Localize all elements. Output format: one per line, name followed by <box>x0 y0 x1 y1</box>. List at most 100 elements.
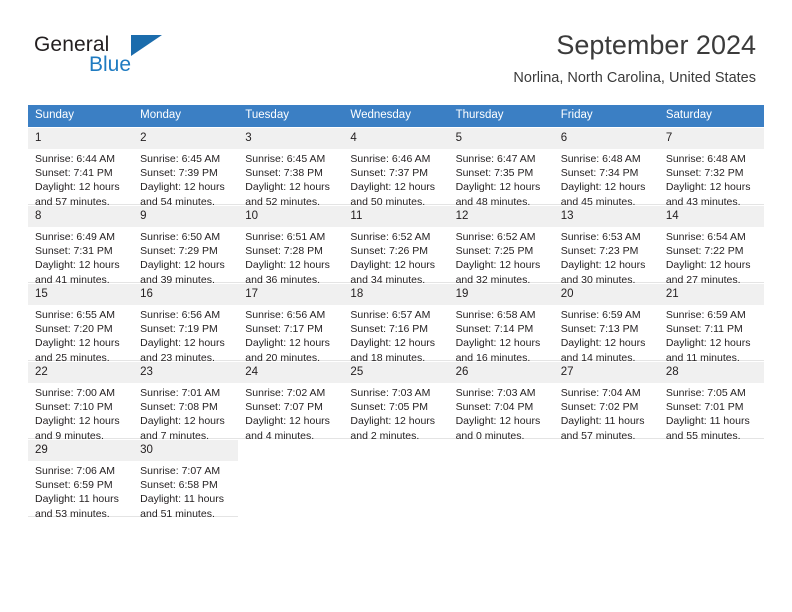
calendar-day[interactable]: 4 Sunrise: 6:46 AM Sunset: 7:37 PM Daylight… <box>343 127 449 208</box>
calendar-day[interactable]: 19 Sunrise: 6:58 AM Sunset: 7:14 PM Dayligh… <box>448 283 554 364</box>
calendar-cell: 17 Sunrise: 6:56 AM Sunset: 7:17 PM Dayligh… <box>238 283 344 364</box>
day-number: 16 <box>133 284 239 305</box>
calendar-day[interactable]: 20 Sunrise: 6:59 AM Sunset: 7:13 PM Dayligh… <box>553 283 659 364</box>
day-number: 29 <box>28 440 134 461</box>
calendar-grid: Sunday Monday Tuesday Wednesday Thursday… <box>28 105 764 520</box>
calendar-cell: 22 Sunrise: 7:00 AM Sunset: 7:10 PM Dayligh… <box>28 361 134 442</box>
calendar-day[interactable]: 28 Sunrise: 7:05 AM Sunset: 7:01 PM Dayligh… <box>658 361 764 442</box>
day-details: Sunrise: 6:51 AM Sunset: 7:28 PM Daylight:… <box>238 227 343 287</box>
sunset-text: Sunset: 7:26 PM <box>350 245 429 258</box>
calendar-cell: 10 Sunrise: 6:51 AM Sunset: 7:28 PM Dayligh… <box>238 205 344 286</box>
calendar-day[interactable]: 2 Sunrise: 6:45 AM Sunset: 7:39 PM Daylight… <box>133 127 239 208</box>
day-details: Sunrise: 6:56 AM Sunset: 7:19 PM Daylight:… <box>133 305 238 365</box>
calendar-cell: 20 Sunrise: 6:59 AM Sunset: 7:13 PM Dayligh… <box>553 283 659 364</box>
calendar-day[interactable]: 15 Sunrise: 6:55 AM Sunset: 7:20 PM Dayligh… <box>28 283 134 364</box>
calendar-day[interactable]: 5 Sunrise: 6:47 AM Sunset: 7:35 PM Daylight… <box>448 127 554 208</box>
weekday-header-wednesday: Wednesday <box>343 105 449 127</box>
sunrise-text: Sunrise: 6:58 AM <box>455 309 536 321</box>
sunrise-text: Sunrise: 6:52 AM <box>455 231 536 243</box>
calendar-day[interactable]: 27 Sunrise: 7:04 AM Sunset: 7:02 PM Dayligh… <box>553 361 659 442</box>
calendar-header-row: Sunday Monday Tuesday Wednesday Thursday… <box>28 105 764 127</box>
sunset-text: Sunset: 7:38 PM <box>245 167 323 180</box>
sunset-text: Sunset: 7:04 PM <box>455 401 534 414</box>
calendar-day[interactable]: 3 Sunrise: 6:45 AM Sunset: 7:38 PM Daylight… <box>238 127 344 208</box>
day-details: Sunrise: 7:05 AM Sunset: 7:01 PM Daylight:… <box>659 383 764 443</box>
sunset-text: Sunset: 7:10 PM <box>35 401 113 414</box>
calendar-day[interactable]: 12 Sunrise: 6:52 AM Sunset: 7:25 PM Dayligh… <box>448 205 554 286</box>
calendar-day[interactable]: 10 Sunrise: 6:51 AM Sunset: 7:28 PM Dayligh… <box>238 205 344 286</box>
calendar-day[interactable]: 6 Sunrise: 6:48 AM Sunset: 7:34 PM Daylight… <box>553 127 659 208</box>
calendar-day[interactable]: 17 Sunrise: 6:56 AM Sunset: 7:17 PM Dayligh… <box>238 283 344 364</box>
day-number: 13 <box>553 206 659 227</box>
day-number: 21 <box>658 284 764 305</box>
calendar-page: General Blue September 2024 Norlina, Nor… <box>0 0 792 612</box>
calendar-cell: 23 Sunrise: 7:01 AM Sunset: 7:08 PM Dayligh… <box>133 361 239 442</box>
calendar-cell: 21 Sunrise: 6:59 AM Sunset: 7:11 PM Dayligh… <box>658 283 764 364</box>
sunset-text: Sunset: 7:05 PM <box>350 401 429 414</box>
sunrise-text: Sunrise: 6:45 AM <box>245 153 326 165</box>
calendar-day[interactable]: 24 Sunrise: 7:02 AM Sunset: 7:07 PM Dayligh… <box>238 361 344 442</box>
sunrise-text: Sunrise: 6:59 AM <box>665 309 746 321</box>
calendar-day[interactable]: 11 Sunrise: 6:52 AM Sunset: 7:26 PM Dayligh… <box>343 205 449 286</box>
calendar-body: 1 Sunrise: 6:44 AM Sunset: 7:41 PM Daylight… <box>28 127 764 520</box>
sunrise-text: Sunrise: 7:02 AM <box>245 387 326 399</box>
sunrise-text: Sunrise: 7:05 AM <box>665 387 746 399</box>
sunset-text: Sunset: 6:58 PM <box>140 479 218 492</box>
day-number: 12 <box>448 206 554 227</box>
calendar-day[interactable]: 29 Sunrise: 7:06 AM Sunset: 6:59 PM Dayligh… <box>28 439 134 520</box>
day-details: Sunrise: 7:01 AM Sunset: 7:08 PM Daylight:… <box>133 383 238 443</box>
sunrise-text: Sunrise: 6:50 AM <box>140 231 221 243</box>
sunset-text: Sunset: 7:39 PM <box>140 167 218 180</box>
calendar-cell <box>448 439 554 517</box>
calendar-cell: 9 Sunrise: 6:50 AM Sunset: 7:29 PM Daylight… <box>133 205 239 286</box>
sunrise-text: Sunrise: 6:59 AM <box>560 309 641 321</box>
day-details: Sunrise: 7:07 AM Sunset: 6:58 PM Daylight:… <box>133 461 238 521</box>
sunrise-text: Sunrise: 7:06 AM <box>35 465 115 477</box>
calendar-day[interactable]: 16 Sunrise: 6:56 AM Sunset: 7:19 PM Dayligh… <box>133 283 239 364</box>
calendar-day[interactable]: 9 Sunrise: 6:50 AM Sunset: 7:29 PM Daylight… <box>133 205 239 286</box>
sunset-text: Sunset: 7:08 PM <box>140 401 218 414</box>
weekday-header-monday: Monday <box>133 105 239 127</box>
sunset-text: Sunset: 7:13 PM <box>560 323 639 336</box>
sunset-text: Sunset: 7:19 PM <box>140 323 218 336</box>
calendar-day-empty <box>658 439 764 517</box>
calendar-cell <box>238 439 344 517</box>
calendar-day[interactable]: 21 Sunrise: 6:59 AM Sunset: 7:11 PM Dayligh… <box>658 283 764 364</box>
day-details: Sunrise: 6:49 AM Sunset: 7:31 PM Daylight:… <box>28 227 133 287</box>
calendar-day[interactable]: 26 Sunrise: 7:03 AM Sunset: 7:04 PM Dayligh… <box>448 361 554 442</box>
calendar-day[interactable]: 8 Sunrise: 6:49 AM Sunset: 7:31 PM Daylight… <box>28 205 134 286</box>
sunrise-text: Sunrise: 6:51 AM <box>245 231 326 243</box>
day-details: Sunrise: 6:59 AM Sunset: 7:13 PM Daylight:… <box>554 305 659 365</box>
calendar-day[interactable]: 23 Sunrise: 7:01 AM Sunset: 7:08 PM Dayligh… <box>133 361 239 442</box>
day-details: Sunrise: 6:44 AM Sunset: 7:41 PM Daylight:… <box>28 149 133 209</box>
weekday-header-thursday: Thursday <box>448 105 554 127</box>
brand-logo[interactable]: General Blue <box>34 33 224 83</box>
sunset-text: Sunset: 7:20 PM <box>35 323 113 336</box>
day-details: Sunrise: 6:45 AM Sunset: 7:38 PM Daylight:… <box>238 149 343 209</box>
weekday-header-friday: Friday <box>553 105 659 127</box>
sunset-text: Sunset: 7:23 PM <box>560 245 639 258</box>
calendar-cell: 1 Sunrise: 6:44 AM Sunset: 7:41 PM Daylight… <box>28 127 134 208</box>
calendar-day[interactable]: 18 Sunrise: 6:57 AM Sunset: 7:16 PM Dayligh… <box>343 283 449 364</box>
calendar-cell: 19 Sunrise: 6:58 AM Sunset: 7:14 PM Dayligh… <box>448 283 554 364</box>
sunrise-text: Sunrise: 6:53 AM <box>560 231 641 243</box>
page-title: September 2024 <box>556 30 756 60</box>
calendar-cell: 6 Sunrise: 6:48 AM Sunset: 7:34 PM Daylight… <box>553 127 659 208</box>
calendar-day[interactable]: 14 Sunrise: 6:54 AM Sunset: 7:22 PM Dayligh… <box>658 205 764 286</box>
calendar-day[interactable]: 7 Sunrise: 6:48 AM Sunset: 7:32 PM Daylight… <box>658 127 764 208</box>
sunset-text: Sunset: 7:32 PM <box>665 167 744 180</box>
sunset-text: Sunset: 7:34 PM <box>560 167 639 180</box>
calendar-day[interactable]: 1 Sunrise: 6:44 AM Sunset: 7:41 PM Daylight… <box>28 127 134 208</box>
day-number: 28 <box>658 362 764 383</box>
calendar-day[interactable]: 22 Sunrise: 7:00 AM Sunset: 7:10 PM Dayligh… <box>28 361 134 442</box>
calendar-cell: 11 Sunrise: 6:52 AM Sunset: 7:26 PM Dayligh… <box>343 205 449 286</box>
calendar-day[interactable]: 13 Sunrise: 6:53 AM Sunset: 7:23 PM Dayligh… <box>553 205 659 286</box>
calendar-cell <box>658 439 764 517</box>
sunrise-text: Sunrise: 6:44 AM <box>35 153 115 165</box>
weekday-header-sunday: Sunday <box>28 105 134 127</box>
calendar-day[interactable]: 30 Sunrise: 7:07 AM Sunset: 6:58 PM Dayligh… <box>133 439 239 520</box>
sunrise-text: Sunrise: 7:03 AM <box>455 387 536 399</box>
day-number: 19 <box>448 284 554 305</box>
calendar-day[interactable]: 25 Sunrise: 7:03 AM Sunset: 7:05 PM Dayligh… <box>343 361 449 442</box>
brand-name-blue: Blue <box>89 53 132 76</box>
